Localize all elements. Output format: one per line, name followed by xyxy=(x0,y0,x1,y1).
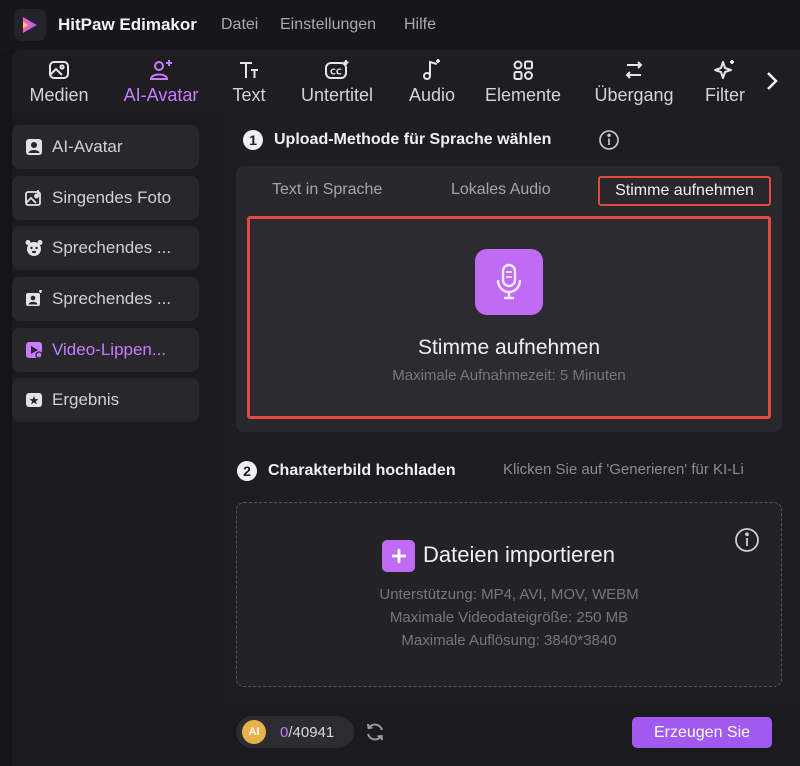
photo-music-icon xyxy=(24,188,44,208)
tab-stimme-aufnehmen[interactable]: Stimme aufnehmen xyxy=(598,176,771,206)
plus-icon[interactable] xyxy=(382,540,415,572)
result-icon xyxy=(24,390,44,410)
elements-icon xyxy=(510,58,536,82)
subtitle-icon: CC xyxy=(324,58,350,82)
menu-datei[interactable]: Datei xyxy=(221,16,258,34)
avatar-card-icon xyxy=(24,137,44,157)
sidebar-item-singendes-foto[interactable]: Singendes Foto xyxy=(12,176,199,220)
record-voice-area[interactable] xyxy=(247,216,771,419)
tab-elemente[interactable]: Elemente xyxy=(482,50,564,112)
talking-photo-icon xyxy=(24,289,44,309)
step-2-title: Charakterbild hochladen xyxy=(268,462,456,479)
step-2-hint: Klicken Sie auf 'Generieren' für KI-Li xyxy=(503,461,744,478)
title-bar: HitPaw Edimakor Datei Einstellungen Hilf… xyxy=(0,0,800,50)
sidebar-item-ai-avatar[interactable]: AI-Avatar xyxy=(12,125,199,169)
import-info-filesize: Maximale Videodateigröße: 250 MB xyxy=(389,609,629,626)
ai-coin-icon: AI xyxy=(242,720,266,744)
record-subtitle: Maximale Aufnahmezeit: 5 Minuten xyxy=(392,367,626,384)
import-info-formats: Unterstützung: MP4, AVI, MOV, WEBM xyxy=(379,586,639,603)
avatar-icon xyxy=(148,58,174,82)
sidebar-item-ergebnis[interactable]: Ergebnis xyxy=(12,378,199,422)
tab-filter[interactable]: Filter xyxy=(702,50,748,112)
tab-medien[interactable]: Medien xyxy=(25,50,93,112)
step-1-title: Upload-Methode für Sprache wählen xyxy=(274,131,552,148)
refresh-icon[interactable] xyxy=(364,721,386,743)
step-1-badge: 1 xyxy=(243,130,263,150)
sidebar-item-video-lippen[interactable]: Video-Lippen... xyxy=(12,328,199,372)
sparkle-icon xyxy=(712,58,738,82)
transition-icon xyxy=(621,58,647,82)
info-icon[interactable] xyxy=(734,527,760,558)
menu-hilfe[interactable]: Hilfe xyxy=(404,16,436,34)
tab-text-in-sprache[interactable]: Text in Sprache xyxy=(272,181,382,199)
import-info-resolution: Maximale Auflösung: 3840*3840 xyxy=(401,632,617,649)
credits-total: /40941 xyxy=(288,723,335,741)
tab-lokales-audio[interactable]: Lokales Audio xyxy=(451,181,551,199)
step-2-badge: 2 xyxy=(237,461,257,481)
microphone-button[interactable] xyxy=(475,249,543,315)
tab-uebergang[interactable]: Übergang xyxy=(588,50,680,112)
record-title: Stimme aufnehmen xyxy=(417,336,601,359)
video-lip-icon xyxy=(24,340,44,360)
toolbar-next-chevron-icon[interactable] xyxy=(758,64,786,98)
media-icon xyxy=(46,58,72,82)
tab-audio[interactable]: Audio xyxy=(403,50,461,112)
text-icon xyxy=(236,58,262,82)
tab-text[interactable]: Text xyxy=(226,50,272,112)
app-title: HitPaw Edimakor xyxy=(58,15,197,34)
tab-untertitel[interactable]: CC Untertitel xyxy=(293,50,381,112)
sidebar-item-sprechendes-tier[interactable]: Sprechendes ... xyxy=(12,226,199,270)
generate-button[interactable]: Erzeugen Sie xyxy=(632,717,772,748)
menu-einstellungen[interactable]: Einstellungen xyxy=(280,16,376,34)
talking-pet-icon xyxy=(24,238,44,258)
svg-text:CC: CC xyxy=(330,68,342,77)
info-icon[interactable] xyxy=(598,129,620,156)
sidebar-item-sprechendes-foto[interactable]: Sprechendes ... xyxy=(12,277,199,321)
import-files-label[interactable]: Dateien importieren xyxy=(423,542,615,568)
music-note-icon xyxy=(419,58,445,82)
tab-ai-avatar[interactable]: AI-Avatar xyxy=(115,50,207,112)
credit-counter: AI 0/40941 xyxy=(236,716,354,748)
app-logo-icon xyxy=(14,9,46,41)
